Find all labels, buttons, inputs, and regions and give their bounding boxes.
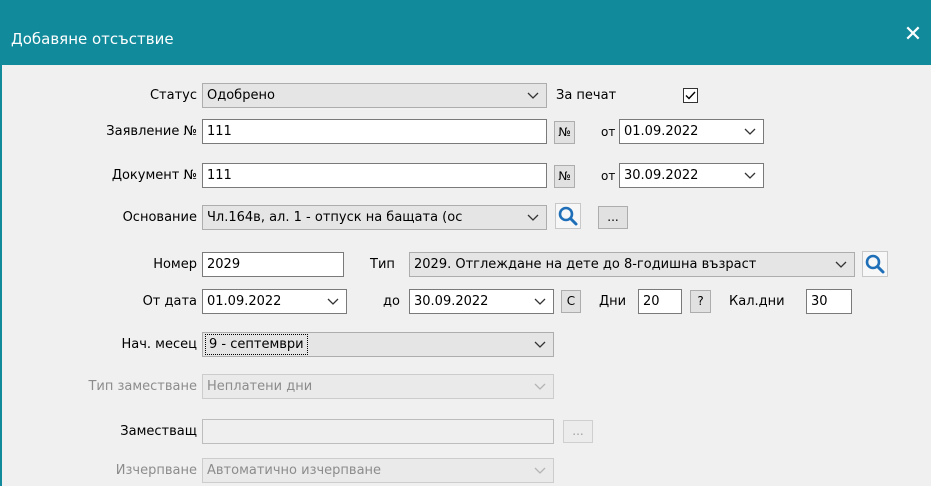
basis-value: Чл.164в, ал. 1 - отпуск на бащата (ос	[207, 210, 463, 225]
document-number-input[interactable]: 111	[202, 163, 547, 188]
number-input[interactable]: 2029	[202, 252, 344, 277]
days-label: Дни	[599, 294, 627, 309]
to-date-picker[interactable]: 30.09.2022	[409, 289, 554, 314]
type-select[interactable]: 2029. Отглеждане на дете до 8-годишна въ…	[409, 252, 855, 277]
days-input[interactable]: 20	[638, 289, 682, 314]
basis-label: Основание	[122, 210, 197, 225]
chevron-down-icon	[327, 298, 339, 305]
chevron-down-icon	[527, 214, 539, 221]
application-number-button[interactable]: №	[554, 121, 575, 144]
search-icon	[558, 206, 578, 226]
from-date-label: От дата	[142, 294, 197, 309]
document-number-button[interactable]: №	[554, 165, 575, 188]
start-month-value: 9 - септември	[205, 334, 308, 355]
to-date-label: до	[383, 294, 400, 309]
status-label: Статус	[149, 88, 197, 103]
chevron-down-icon	[527, 92, 539, 99]
start-month-label: Нач. месец	[121, 337, 198, 352]
document-date-picker[interactable]: 30.09.2022	[619, 163, 764, 188]
search-icon	[865, 254, 885, 274]
application-date-picker[interactable]: 01.09.2022	[619, 119, 764, 144]
document-from-label: от	[601, 169, 616, 183]
substitution-type-select[interactable]: Неплатени дни	[202, 374, 554, 399]
chevron-down-icon	[534, 298, 546, 305]
application-label: Заявление №	[106, 124, 197, 139]
title-bar: Добавяне отсъствие ✕	[0, 0, 931, 65]
document-label: Документ №	[111, 168, 197, 183]
substitute-label: Заместващ	[120, 424, 197, 439]
basis-search-button[interactable]	[555, 203, 581, 229]
basis-select[interactable]: Чл.164в, ал. 1 - отпуск на бащата (ос	[202, 205, 547, 230]
chevron-down-icon	[534, 467, 546, 474]
from-date-picker[interactable]: 01.09.2022	[202, 289, 347, 314]
calendar-days-input[interactable]: 30	[806, 289, 852, 314]
to-date-value: 30.09.2022	[414, 294, 489, 309]
calculate-button[interactable]: C	[561, 290, 581, 313]
dialog-title: Добавяне отсъствие	[11, 30, 174, 48]
basis-more-button[interactable]: ...	[598, 206, 628, 229]
chevron-down-icon	[744, 172, 756, 179]
from-date-value: 01.09.2022	[207, 294, 282, 309]
chevron-down-icon	[534, 383, 546, 390]
number-label: Номер	[153, 257, 197, 272]
substitution-type-value: Неплатени дни	[207, 379, 313, 394]
substitution-type-label: Тип заместване	[88, 379, 197, 394]
type-search-button[interactable]	[862, 251, 888, 277]
window-border	[0, 65, 2, 486]
substitute-more-button[interactable]: ...	[563, 420, 593, 443]
status-select[interactable]: Одобрено	[202, 83, 547, 108]
chevron-down-icon	[835, 261, 847, 268]
status-value: Одобрено	[207, 88, 275, 103]
substitute-input[interactable]	[202, 419, 554, 444]
application-from-label: от	[601, 125, 616, 139]
type-value: 2029. Отглеждане на дете до 8-годишна въ…	[414, 257, 757, 272]
chevron-down-icon	[744, 128, 756, 135]
chevron-down-icon	[534, 341, 546, 348]
print-label: За печат	[556, 88, 617, 103]
type-label: Тип	[370, 257, 395, 272]
start-month-select[interactable]: 9 - септември	[202, 332, 554, 357]
calendar-days-label: Кал.дни	[729, 294, 785, 309]
application-date-value: 01.09.2022	[624, 124, 699, 139]
print-checkbox[interactable]	[683, 88, 698, 103]
document-date-value: 30.09.2022	[624, 168, 699, 183]
close-icon[interactable]: ✕	[901, 22, 925, 48]
exhaustion-label: Изчерпване	[115, 463, 197, 478]
checkmark-icon	[685, 91, 696, 100]
exhaustion-select[interactable]: Автоматично изчерпване	[202, 458, 554, 483]
application-number-input[interactable]: 111	[202, 119, 547, 144]
help-button[interactable]: ?	[690, 290, 711, 313]
exhaustion-value: Автоматично изчерпване	[207, 463, 382, 478]
